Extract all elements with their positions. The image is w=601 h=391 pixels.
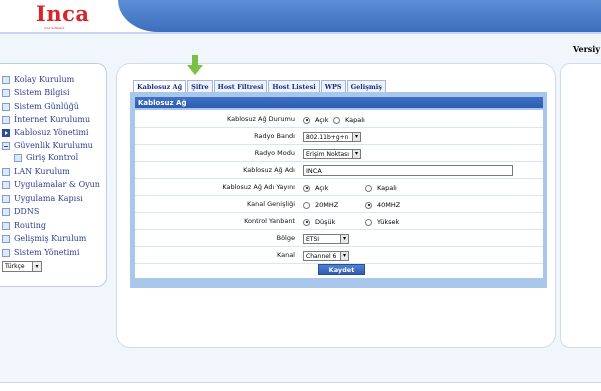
radio-sideband-high[interactable]: Yüksek — [365, 218, 399, 226]
tab-host-listesi[interactable]: Host Listesi — [268, 80, 320, 92]
dropdown-arrow-icon: ▾ — [352, 133, 360, 141]
sidebar-item-kolay-kurulum[interactable]: Kolay Kurulum — [2, 74, 74, 85]
dropdown-arrow-icon: ▾ — [352, 150, 360, 158]
channel-select[interactable]: Channel 6 ▾ — [303, 251, 349, 261]
region-select[interactable]: ETSI ▾ — [303, 234, 349, 244]
dropdown-arrow-icon: ▾ — [32, 262, 41, 271]
radio-selected-icon — [365, 201, 372, 209]
row-ssid: Kablosuz Ağ Adı INCA — [135, 162, 543, 179]
dropdown-arrow-icon: ▾ — [340, 235, 348, 243]
sidebar-item-giris-kontrol[interactable]: Giriş Kontrol — [14, 152, 78, 163]
tab-host-filtresi[interactable]: Host Filtresi — [213, 80, 268, 92]
radio-empty-icon — [365, 218, 372, 226]
radio-empty-icon — [365, 184, 372, 192]
radio-selected-icon — [303, 184, 310, 192]
menu-bullet-icon — [2, 234, 10, 243]
save-button[interactable]: Kaydet — [318, 264, 365, 275]
radio-status-on[interactable]: Açık — [303, 116, 328, 124]
row-wireless-status: Kablosuz Ağ Durumu Açık Kapalı — [135, 111, 543, 128]
language-select[interactable]: Türkçe ▾ — [2, 261, 42, 272]
radio-width-40[interactable]: 40MHZ — [365, 201, 400, 209]
menu-bullet-icon — [2, 194, 10, 203]
tab-bar: Kablosuz Ağ Şifre Host Filtresi Host Lis… — [133, 80, 387, 92]
top-banner: Inca Inca Software — [0, 0, 601, 32]
radio-empty-icon — [303, 201, 310, 209]
down-arrow-icon — [187, 55, 203, 75]
radio-selected-icon — [303, 218, 310, 226]
footer-bar — [0, 382, 601, 391]
version-label: Versiy — [573, 44, 600, 54]
menu-bullet-icon — [2, 180, 10, 189]
menu-bullet-icon — [2, 88, 10, 97]
menu-bullet-icon — [2, 102, 10, 111]
row-control-sideband: Kontrol Yanbant Düşük Yüksek — [135, 213, 543, 230]
sidebar-item-kablosuz-yonetimi[interactable]: Kablosuz Yönetimi — [2, 127, 88, 138]
sidebar-item-guvenlik-kurulumu[interactable]: Güvenlik Kurulumu — [2, 140, 93, 151]
radio-sideband-low[interactable]: Düşük — [303, 218, 335, 226]
radio-width-20[interactable]: 20MHZ — [303, 201, 338, 209]
radio-selected-icon — [303, 116, 310, 124]
sidebar-item-routing[interactable]: Routing — [2, 220, 46, 231]
banner-wave — [118, 0, 601, 32]
sidebar-item-sistem-gunlugu[interactable]: Sistem Günlüğü — [2, 101, 79, 112]
panel-title: Kablosuz Ağ — [135, 97, 543, 108]
menu-bullet-icon — [2, 75, 10, 84]
menu-bullet-icon — [2, 221, 10, 230]
tab-kablosuz-ag[interactable]: Kablosuz Ağ — [133, 80, 187, 92]
tab-sifre[interactable]: Şifre — [187, 80, 213, 92]
radio-mode-select[interactable]: Erişim Noktası ▾ — [303, 149, 361, 159]
dropdown-arrow-icon: ▾ — [340, 252, 348, 260]
sidebar-item-lan-kurulum[interactable]: LAN Kurulum — [2, 166, 70, 177]
header-divider — [0, 32, 601, 34]
radio-status-off[interactable]: Kapalı — [333, 116, 365, 124]
sidebar-item-ddns[interactable]: DDNS — [2, 206, 39, 217]
ssid-input[interactable]: INCA — [303, 165, 513, 176]
row-channel-width: Kanal Genişliği 20MHZ 40MHZ — [135, 196, 543, 213]
row-region: Bölge ETSI ▾ — [135, 230, 543, 247]
sidebar-item-uygulama-kapisi[interactable]: Uygulama Kapısı — [2, 193, 83, 204]
row-ssid-broadcast: Kablosuz Ağ Adı Yayını Açık Kapalı — [135, 179, 543, 196]
sidebar-item-sistem-bilgisi[interactable]: Sistem Bilgisi — [2, 87, 70, 98]
row-radio-band: Radyo Bandı 802.11b+g+n ▾ — [135, 128, 543, 145]
sidebar-item-internet-kurulumu[interactable]: İnternet Kurulumu — [2, 114, 90, 125]
radio-broadcast-off[interactable]: Kapalı — [365, 184, 397, 192]
collapse-minus-icon — [2, 141, 10, 150]
radio-band-select[interactable]: 802.11b+g+n ▾ — [303, 132, 361, 142]
right-panel — [560, 63, 601, 348]
logo-subtitle: Inca Software — [44, 26, 65, 30]
sidebar-item-sistem-yonetimi[interactable]: Sistem Yönetimi — [2, 247, 79, 258]
row-channel: Kanal Channel 6 ▾ — [135, 247, 543, 264]
expand-arrow-icon — [2, 128, 10, 137]
sidebar-item-gelismis-kurulum[interactable]: Gelişmiş Kurulum — [2, 233, 86, 244]
radio-broadcast-on[interactable]: Açık — [303, 184, 328, 192]
menu-bullet-icon — [2, 248, 10, 257]
logo: Inca — [36, 1, 90, 26]
tab-wps[interactable]: WPS — [320, 80, 346, 92]
menu-bullet-icon — [2, 115, 10, 124]
menu-bullet-icon — [2, 207, 10, 216]
row-radio-mode: Radyo Modu Erişim Noktası ▾ — [135, 145, 543, 162]
radio-empty-icon — [333, 116, 340, 124]
tab-gelismis[interactable]: Gelişmiş — [346, 80, 386, 92]
menu-bullet-icon — [2, 167, 10, 176]
menu-bullet-icon — [14, 153, 22, 162]
sidebar-item-uygulamalar-oyun[interactable]: Uygulamalar & Oyun — [2, 179, 100, 190]
